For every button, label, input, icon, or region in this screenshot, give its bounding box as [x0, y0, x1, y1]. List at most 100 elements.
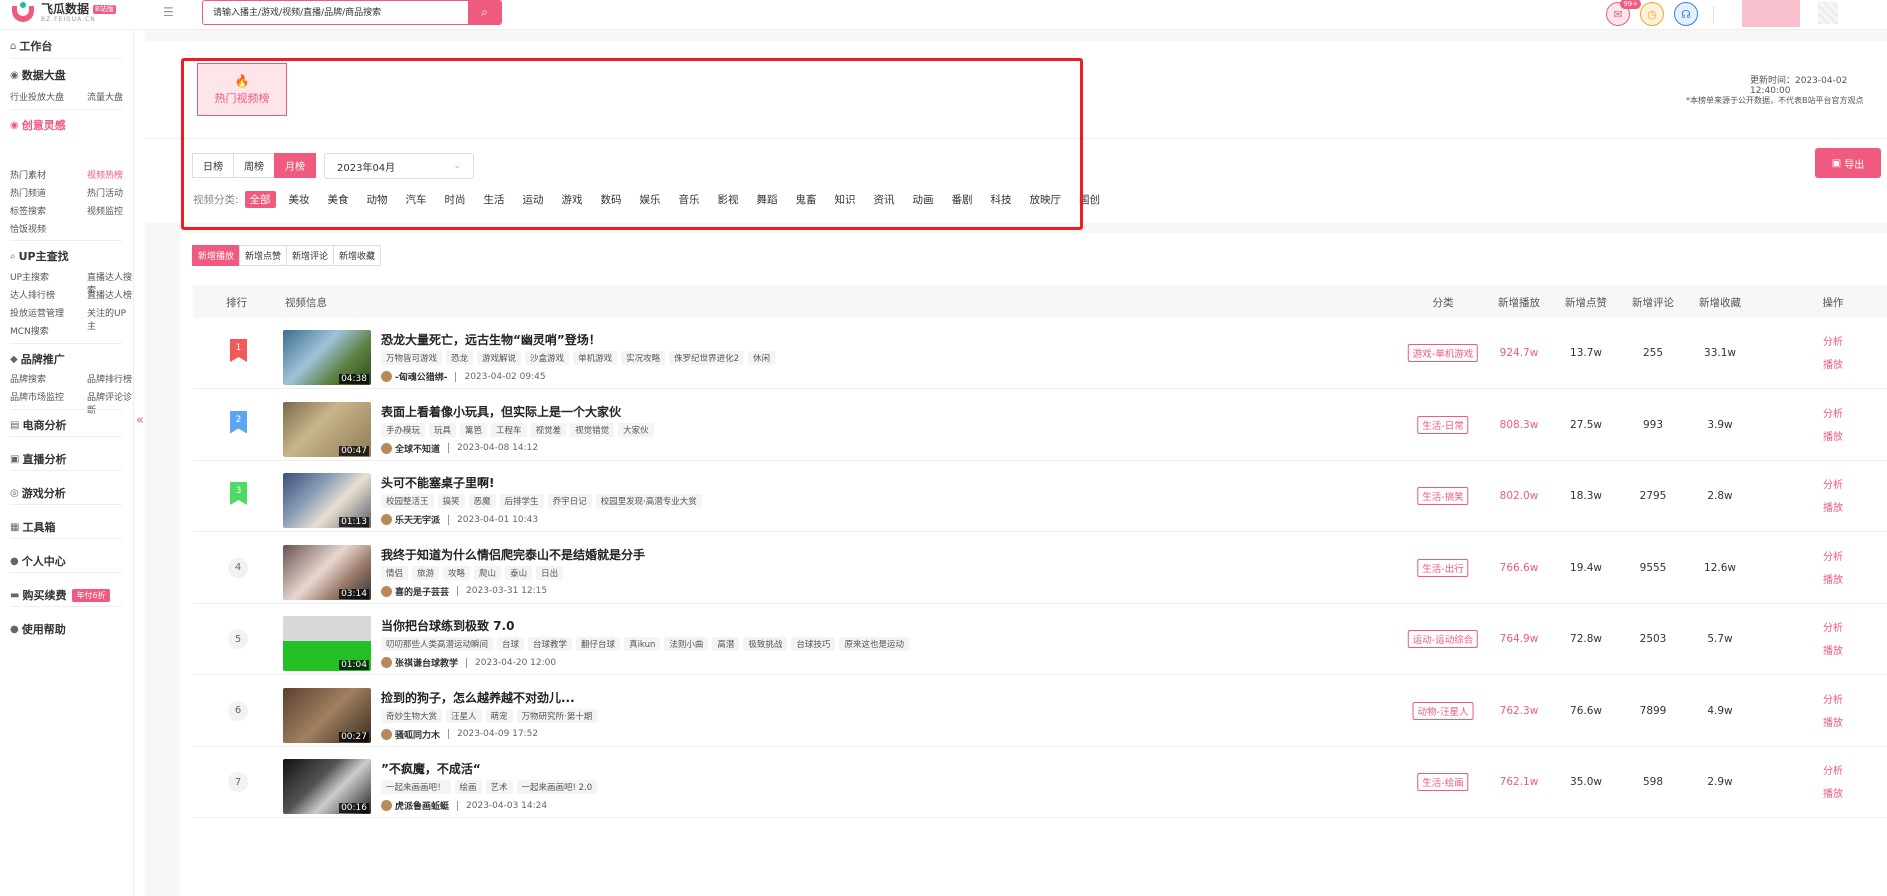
avatar[interactable] — [1742, 0, 1800, 27]
video-thumbnail[interactable]: 00:16 — [283, 759, 371, 814]
video-tag[interactable]: 后排学生 — [499, 494, 544, 508]
video-tag[interactable]: 台球 — [497, 637, 525, 651]
video-title[interactable]: 当你把台球练到极致 7.0 — [381, 617, 514, 634]
sidebar-item-up-search[interactable]: ⌕ UP主查找 — [10, 248, 69, 264]
author-name[interactable]: 虎派鲁画蚯蜓 — [395, 799, 449, 812]
sidebar-sub-ops[interactable]: 投放运营管理 — [10, 306, 64, 319]
sidebar-sub-industry[interactable]: 行业投放大盘 — [10, 90, 64, 103]
play-link[interactable]: 播放 — [1823, 356, 1843, 371]
video-tag[interactable]: 工程车 — [491, 422, 527, 437]
video-tag[interactable]: 游戏解说 — [477, 351, 522, 365]
author-avatar[interactable] — [381, 585, 392, 597]
tab-new-comments[interactable]: 新增评论 — [286, 245, 335, 266]
clock-icon[interactable]: ◷ — [1640, 2, 1664, 26]
tab-new-likes[interactable]: 新增点赞 — [239, 245, 288, 266]
video-tag[interactable]: 叨叨那些人类高潜运动瞬间 — [381, 637, 494, 651]
video-tag[interactable]: 绘画 — [454, 780, 482, 794]
video-tag[interactable]: 情侣 — [381, 565, 409, 580]
video-thumbnail[interactable]: 04:38 — [283, 330, 371, 385]
video-tag[interactable]: 手办模玩 — [381, 422, 426, 437]
play-link[interactable]: 播放 — [1823, 714, 1843, 729]
sidebar-item-purchase[interactable]: ▬ 购买续费 年付6折 — [10, 587, 110, 603]
video-tag[interactable]: 奇妙生物大赏 — [381, 708, 443, 723]
sidebar-sub-sponsored[interactable]: 恰饭视频 — [10, 222, 46, 235]
video-tag[interactable]: 单机游戏 — [573, 351, 618, 365]
sidebar-sub-hot-material[interactable]: 热门素材 — [10, 168, 46, 181]
video-tag[interactable]: 视觉错觉 — [570, 422, 615, 437]
video-tag[interactable]: 休闲 — [748, 351, 776, 365]
video-tag[interactable]: 万物皆可游戏 — [381, 351, 443, 365]
video-title[interactable]: 表面上看着像小玩具，但实际上是一个大家伙 — [381, 403, 621, 420]
sidebar-item-workbench[interactable]: ⌂ 工作台 — [10, 38, 52, 54]
mail-icon[interactable]: ✉ 99+ — [1606, 0, 1641, 26]
video-tag[interactable]: 高潜 — [712, 637, 740, 651]
sidebar-sub-brand-monitor[interactable]: 品牌市场监控 — [10, 390, 64, 403]
video-tag[interactable]: 翻仔台球 — [576, 637, 621, 651]
sidebar-sub-rank[interactable]: 达人排行榜 — [10, 288, 55, 301]
table-row[interactable]: 2 00:47 表面上看着像小玩具，但实际上是一个大家伙 手办模玩 玩具 篱笆 工程车… — [193, 389, 1887, 461]
video-tag[interactable]: 侏罗纪世界进化2 — [669, 351, 745, 365]
author-avatar[interactable] — [381, 371, 392, 382]
video-tag[interactable]: 汪星人 — [446, 708, 482, 723]
table-row[interactable]: 1 04:38 恐龙大量死亡，远古生物“幽灵哨”登场！ 万物皆可游戏 恐龙 游戏解说… — [193, 318, 1887, 389]
video-thumbnail[interactable]: 03:14 — [283, 544, 371, 600]
tab-new-plays[interactable]: 新增播放 — [192, 245, 241, 266]
video-title[interactable]: 恐龙大量死亡，远古生物“幽灵哨”登场！ — [381, 331, 601, 348]
video-tag[interactable]: 原来这也是运动 — [839, 637, 909, 651]
table-row[interactable]: 3 01:13 头可不能塞桌子里啊! 校园整活王 搞笑 恶魔 后排学生 乔宇日记 校园里发… — [193, 461, 1887, 532]
analyze-link[interactable]: 分析 — [1823, 476, 1843, 491]
video-tag[interactable]: 萌宠 — [485, 708, 513, 723]
video-tag[interactable]: 恶魔 — [468, 494, 496, 508]
author-avatar[interactable] — [381, 514, 392, 525]
search-button[interactable]: ⌕ — [468, 1, 501, 24]
video-title[interactable]: ”不疯魔，不成活“ — [381, 760, 481, 777]
menu-toggle-icon[interactable]: ☰ — [163, 5, 175, 19]
tab-new-favs[interactable]: 新增收藏 — [333, 245, 382, 266]
sidebar-sub-brand-search[interactable]: 品牌搜索 — [10, 372, 46, 385]
video-tag[interactable]: 乔宇日记 — [547, 494, 592, 508]
video-tag[interactable]: 极致挑战 — [743, 637, 788, 651]
export-button[interactable]: ▣ 导出 — [1815, 148, 1881, 178]
video-title[interactable]: 捡到的狗子，怎么越养越不对劲儿... — [381, 689, 575, 706]
video-tag[interactable]: 万物研究所·第十期 — [516, 708, 598, 723]
video-tag[interactable]: 篱笆 — [460, 422, 488, 437]
analyze-link[interactable]: 分析 — [1823, 691, 1843, 706]
sidebar-item-live[interactable]: ▣ 直播分析 — [10, 451, 66, 467]
video-tag[interactable]: 台球技巧 — [791, 637, 836, 651]
video-tag[interactable]: 泰山 — [505, 565, 533, 580]
analyze-link[interactable]: 分析 — [1823, 762, 1843, 777]
video-tag[interactable]: 搞笑 — [437, 494, 465, 508]
author-name[interactable]: 骚呱同力木 — [395, 728, 440, 741]
user-menu[interactable] — [1818, 2, 1838, 24]
play-link[interactable]: 播放 — [1823, 428, 1843, 443]
sidebar-item-game[interactable]: ◎ 游戏分析 — [10, 485, 66, 501]
sidebar-item-profile[interactable]: ● 个人中心 — [10, 553, 66, 569]
play-link[interactable]: 播放 — [1823, 642, 1843, 657]
author-avatar[interactable] — [381, 442, 392, 454]
play-link[interactable]: 播放 — [1823, 499, 1843, 514]
table-row[interactable]: 7 00:16 ”不疯魔，不成活“ 一起来画画吧！ 绘画 艺术 一起来画画吧! 2.0… — [193, 747, 1887, 818]
headset-icon[interactable]: ☊ — [1674, 2, 1698, 26]
logo[interactable]: 飞瓜数据 B站版 BZ.FEIGUA.CN — [12, 2, 116, 24]
analyze-link[interactable]: 分析 — [1823, 333, 1843, 348]
video-title[interactable]: 头可不能塞桌子里啊! — [381, 474, 494, 491]
video-tag[interactable]: 实况攻略 — [621, 351, 666, 365]
author-avatar[interactable] — [381, 728, 392, 740]
author-name[interactable]: 全球不知道 — [395, 442, 440, 455]
sidebar-sub-hot-activity[interactable]: 热门活动 — [87, 186, 123, 199]
video-tag[interactable]: 大家伙 — [618, 422, 654, 437]
video-tag[interactable]: 旅游 — [412, 565, 440, 580]
video-tag[interactable]: 视觉差 — [530, 422, 567, 437]
table-row[interactable]: 4 03:14 我终于知道为什么情侣爬完泰山不是结婚就是分手 情侣 旅游 攻略 爬山泰… — [193, 532, 1887, 604]
video-tag[interactable]: 恐龙 — [446, 351, 474, 365]
analyze-link[interactable]: 分析 — [1823, 405, 1843, 420]
video-thumbnail[interactable]: 00:47 — [283, 401, 371, 457]
sidebar-sub-brand-comment[interactable]: 品牌评论诊断 — [87, 390, 133, 416]
video-title[interactable]: 我终于知道为什么情侣爬完泰山不是结婚就是分手 — [381, 546, 645, 563]
sidebar-sub-followed[interactable]: 关注的UP主 — [87, 306, 133, 332]
author-name[interactable]: 张祺谦台球教学 — [395, 656, 458, 669]
video-tag[interactable]: 一起来画画吧! 2.0 — [516, 780, 598, 794]
author-avatar[interactable] — [381, 800, 392, 811]
video-tag[interactable]: 沙盒游戏 — [525, 351, 570, 365]
sidebar-sub-traffic[interactable]: 流量大盘 — [87, 90, 123, 103]
